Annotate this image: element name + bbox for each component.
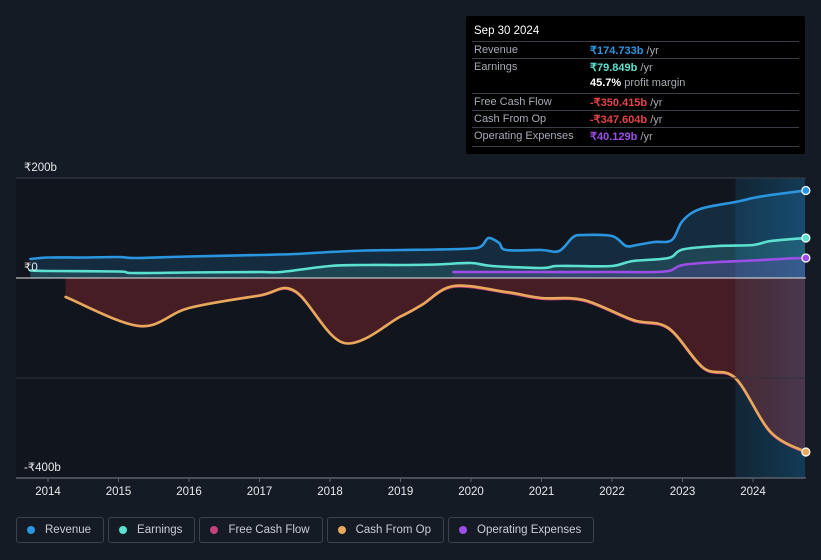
tooltip-row: Earnings ₹79.849b /yr [472, 58, 799, 76]
tooltip-amount: -₹347.604b [590, 113, 648, 126]
tooltip-unit: /yr [647, 96, 663, 109]
x-tick-label: 2016 [176, 486, 202, 498]
tooltip-row: 45.7% profit margin [472, 75, 799, 92]
tooltip-value: -₹347.604b /yr [590, 113, 662, 126]
series-end-marker [801, 447, 811, 457]
legend-item-revenue[interactable]: Revenue [16, 517, 105, 543]
tooltip-value: ₹79.849b /yr [590, 61, 653, 74]
tooltip-row: Revenue ₹174.733b /yr [472, 41, 799, 59]
tooltip-label: Revenue [474, 44, 519, 56]
series-end-marker [801, 233, 811, 243]
tooltip-value: ₹174.733b /yr [590, 44, 659, 57]
legend-dot-icon [27, 526, 35, 534]
tooltip-label: Free Cash Flow [474, 95, 552, 108]
x-tick-label: 2022 [599, 486, 625, 498]
tooltip-amount: ₹174.733b [590, 45, 644, 57]
tooltip-unit: /yr [637, 131, 653, 143]
legend-label: Earnings [137, 524, 183, 536]
x-tick-label: 2019 [387, 486, 414, 498]
legend-item-cash-from-op[interactable]: Cash From Op [326, 517, 445, 543]
tooltip: Sep 30 2024 Revenue ₹174.733b /yr Earnings… [466, 16, 805, 154]
tooltip-amount: 45.7% [590, 77, 622, 90]
series-end-marker [801, 253, 811, 263]
tooltip-label: Cash From Op [474, 112, 547, 125]
legend-item-free-cash-flow[interactable]: Free Cash Flow [199, 517, 323, 543]
tooltip-row: Free Cash Flow -₹350.415b /yr [472, 92, 799, 111]
tooltip-date: Sep 30 2024 [474, 25, 540, 37]
legend-dot-icon [119, 526, 128, 534]
legend-item-earnings[interactable]: Earnings [108, 517, 196, 543]
tooltip-divider [472, 146, 799, 147]
legend-item-operating-expenses[interactable]: Operating Expenses [448, 517, 595, 543]
tooltip-value: 45.7% profit margin [590, 77, 685, 89]
tooltip-value: ₹40.129b /yr [590, 130, 653, 143]
x-tick-label: 2021 [528, 486, 555, 498]
y-tick-label: ₹200b [24, 162, 57, 174]
y-tick-label: ₹0 [24, 262, 38, 274]
tooltip-unit: profit margin [621, 77, 686, 90]
tooltip-label: Operating Expenses [474, 130, 574, 142]
legend-label: Free Cash Flow [228, 524, 310, 536]
legend-dot-icon [337, 526, 346, 534]
y-tick-label: -₹400b [24, 462, 61, 474]
x-tick-label: 2018 [317, 486, 343, 498]
legend: Revenue Earnings Free Cash Flow Cash From O… [16, 517, 595, 543]
x-tick-label: 2024 [740, 486, 766, 498]
x-tick-label: 2023 [669, 486, 696, 498]
x-tick-label: 2015 [105, 486, 132, 498]
legend-label: Cash From Op [355, 524, 432, 536]
tooltip-amount: ₹79.849b [590, 62, 638, 75]
x-tick-label: 2017 [246, 486, 273, 498]
tooltip-unit: /yr [647, 113, 663, 126]
legend-dot-icon [210, 526, 219, 534]
legend-label: Operating Expenses [477, 524, 582, 536]
tooltip-row: Operating Expenses ₹40.129b /yr [472, 127, 799, 145]
tooltip-row: Cash From Op -₹347.604b /yr [472, 109, 799, 128]
legend-dot-icon [459, 526, 468, 534]
tooltip-unit: /yr [637, 62, 653, 75]
tooltip-value: -₹350.415b /yr [590, 96, 662, 109]
series-end-marker [801, 185, 811, 196]
x-tick-label: 2020 [458, 486, 484, 498]
tooltip-amount: -₹350.415b [590, 96, 648, 109]
tooltip-amount: ₹40.129b [590, 131, 638, 143]
tooltip-label: Earnings [474, 61, 518, 74]
tooltip-unit: /yr [643, 45, 659, 57]
legend-label: Revenue [45, 524, 92, 536]
x-tick-label: 2014 [35, 486, 61, 498]
